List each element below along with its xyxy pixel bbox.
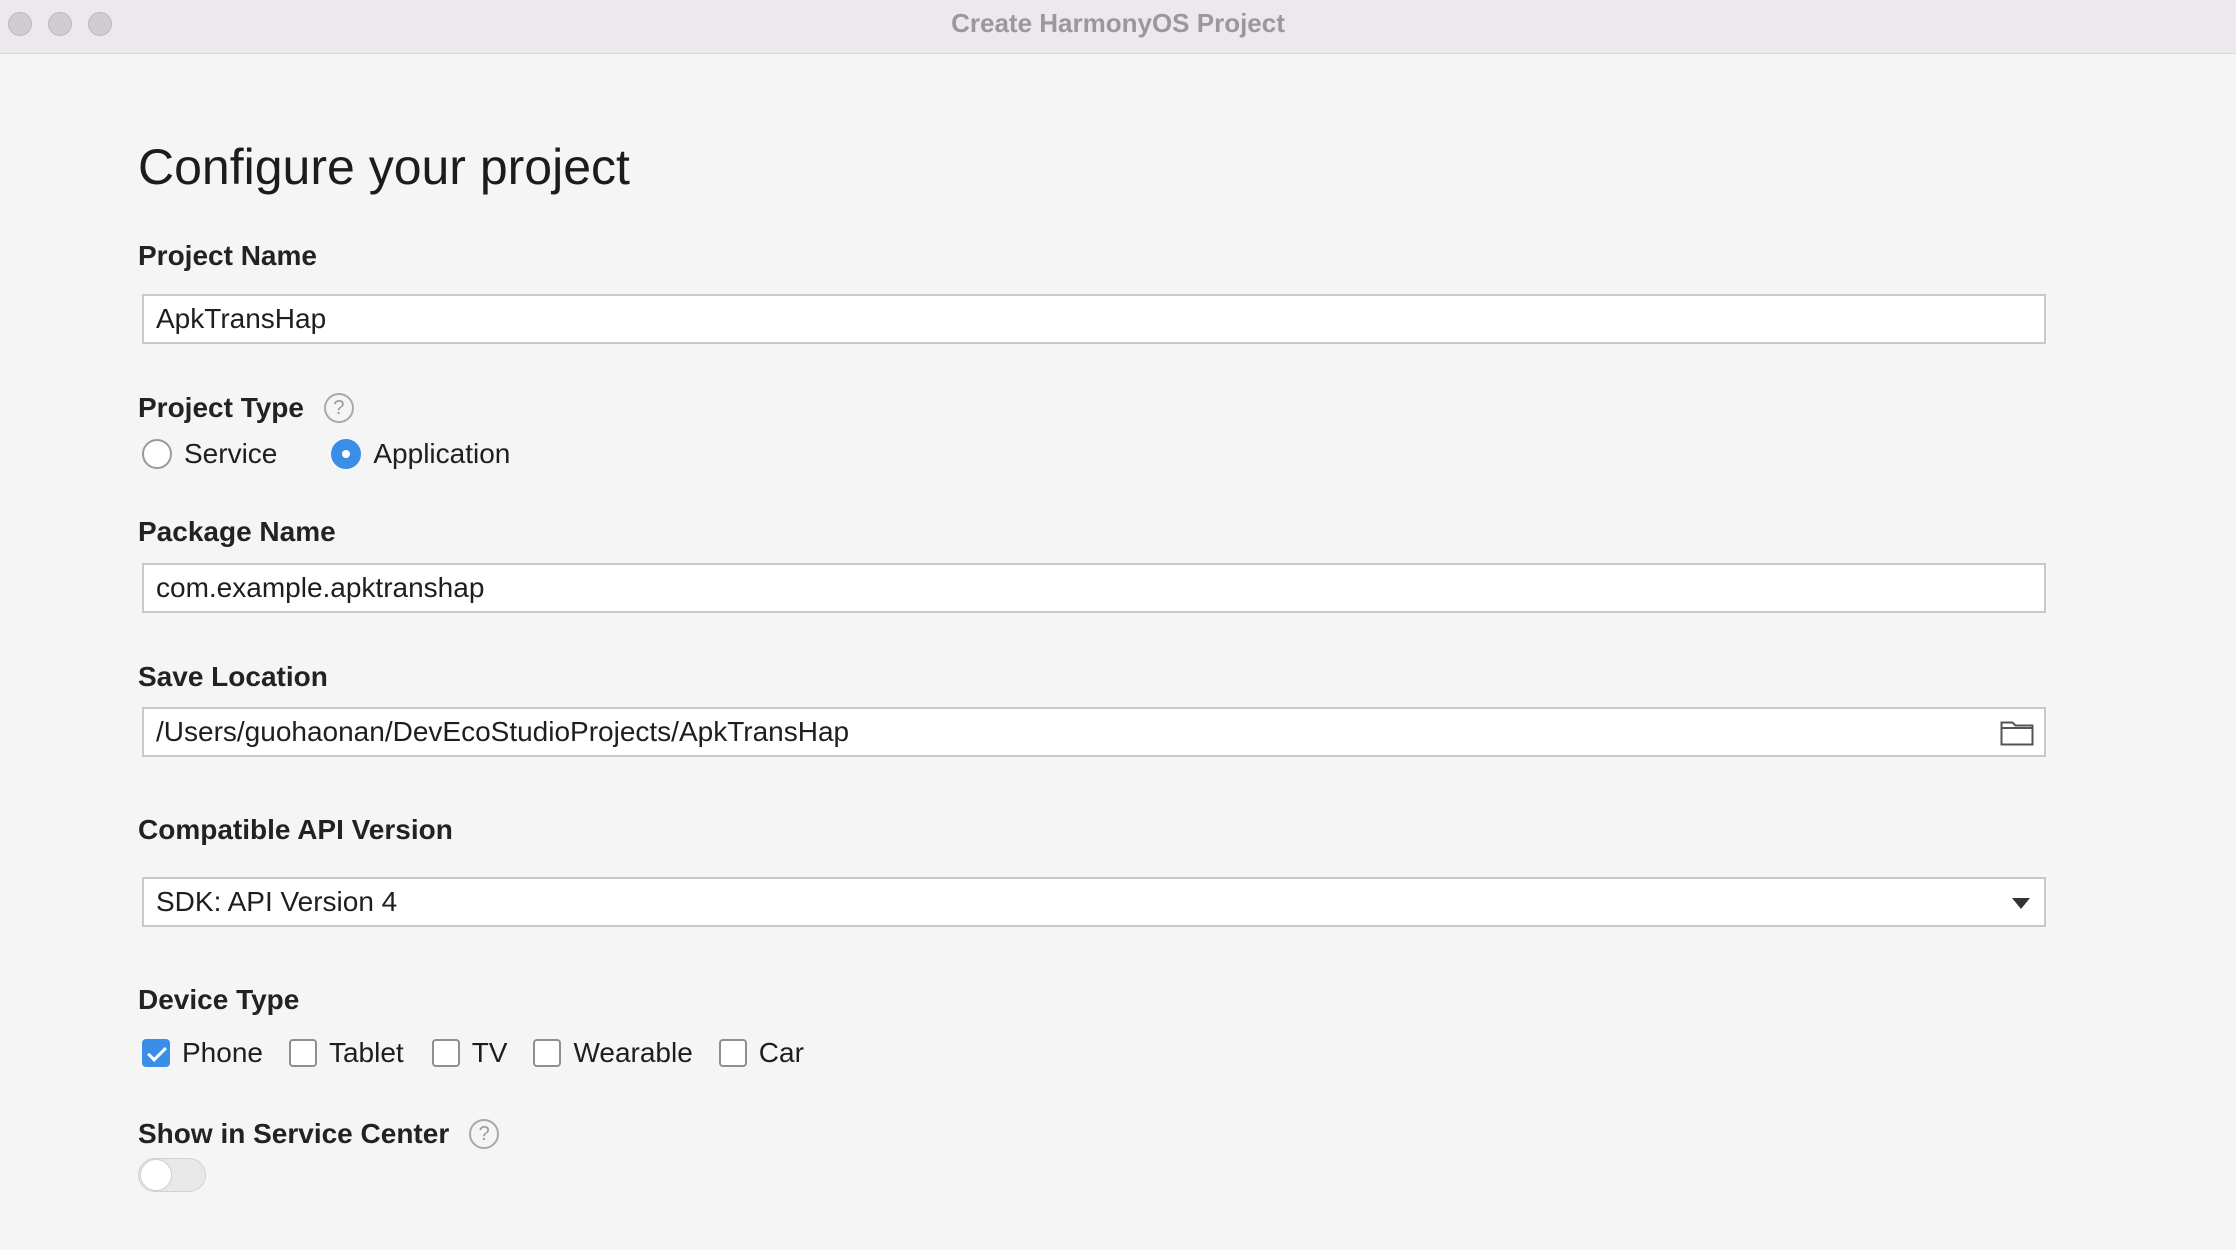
device-type-option-label: Car (758, 1037, 804, 1068)
device-type-checkbox-car[interactable] (718, 1039, 747, 1067)
project-type-radio-application[interactable] (331, 439, 362, 469)
device-type-option-label: Phone (182, 1037, 263, 1068)
device-type-checkbox-wearable[interactable] (533, 1039, 562, 1067)
device-type-option-label: Tablet (328, 1037, 404, 1068)
project-name-label: Project Name (138, 240, 317, 271)
api-version-label: Compatible API Version (138, 814, 453, 845)
service-center-label: Show in Service Center (138, 1118, 450, 1149)
save-location-input[interactable]: /Users/guohaonan/DevEcoStudioProjects/Ap… (142, 707, 2046, 757)
help-circle-icon[interactable]: ? (469, 1119, 500, 1149)
device-type-checkbox-tv[interactable] (431, 1039, 460, 1067)
help-circle-icon[interactable]: ? (323, 393, 354, 423)
folder-icon[interactable] (2000, 718, 2034, 746)
project-name-input[interactable]: ApkTransHap (142, 294, 2046, 344)
save-location-value: /Users/guohaonan/DevEcoStudioProjects/Ap… (156, 716, 850, 747)
project-type-option-label: Application (373, 438, 511, 469)
configure-form: Configure your project Project Name ApkT… (0, 54, 2236, 1250)
project-type-option-label: Service (184, 438, 278, 469)
device-type-option-label: TV (471, 1037, 508, 1068)
api-version-select[interactable]: SDK: API Version 4 (142, 877, 2046, 927)
service-center-toggle[interactable] (138, 1158, 206, 1192)
project-type-radio-service[interactable] (142, 439, 172, 469)
package-name-label: Package Name (138, 516, 336, 547)
save-location-label: Save Location (138, 661, 328, 692)
chevron-down-icon (2012, 898, 2030, 909)
device-type-label: Device Type (138, 984, 300, 1015)
project-type-radio-group: Service Application (142, 438, 510, 470)
toggle-knob (140, 1159, 172, 1191)
api-version-value: SDK: API Version 4 (156, 886, 398, 917)
device-type-option-label: Wearable (573, 1037, 693, 1068)
window-titlebar: Create HarmonyOS Project (0, 0, 2236, 54)
device-type-checkbox-tablet[interactable] (288, 1039, 317, 1067)
device-type-checkbox-group: Phone Tablet TV Wearable Car (142, 1037, 804, 1069)
project-type-label-row: Project Type ? (138, 392, 354, 424)
package-name-input[interactable]: com.example.apktranshap (142, 563, 2046, 613)
project-type-label: Project Type (138, 392, 304, 423)
page-title: Configure your project (138, 139, 630, 195)
window-title: Create HarmonyOS Project (951, 8, 1285, 38)
device-type-checkbox-phone[interactable] (142, 1039, 170, 1067)
service-center-label-row: Show in Service Center ? (138, 1118, 500, 1150)
